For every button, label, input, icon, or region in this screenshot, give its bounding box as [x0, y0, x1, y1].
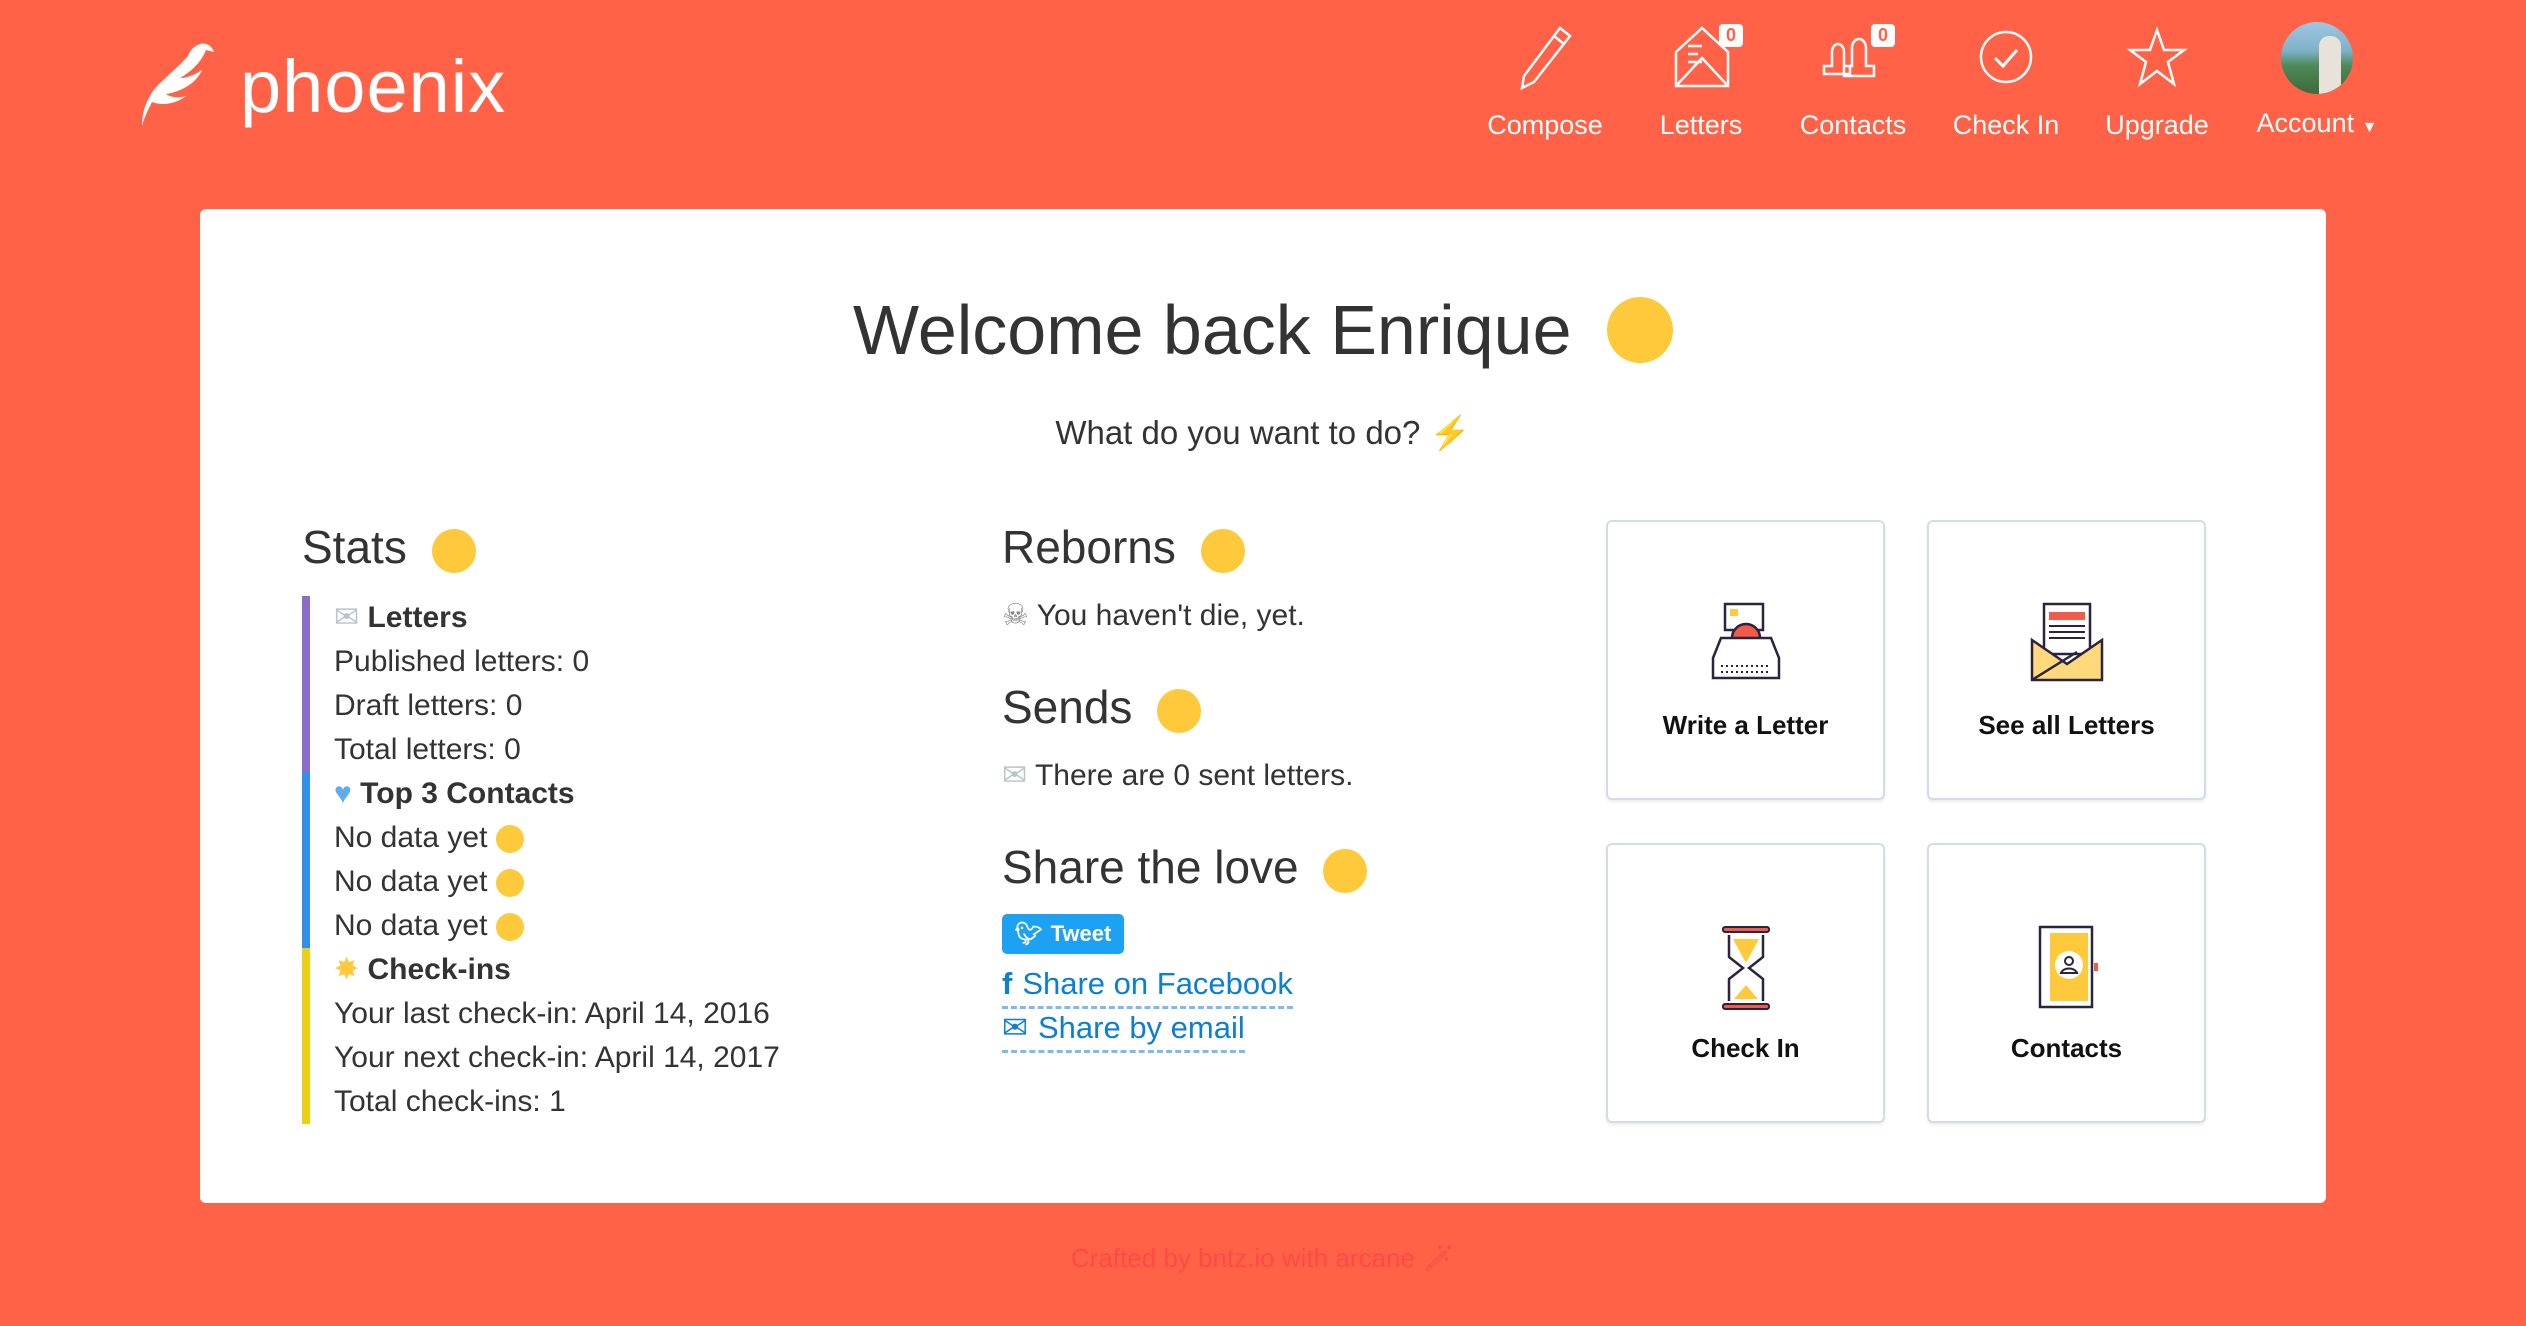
stat-line: Published letters: 0 — [334, 645, 590, 678]
sends-heading: Sends — [1002, 680, 1202, 734]
reborns-text: ☠ You haven't die, yet. — [1002, 599, 1305, 632]
stat-line: Your next check-in: April 14, 2017 — [334, 1041, 780, 1074]
nav-contacts[interactable]: 0 Contacts — [1773, 22, 1933, 141]
nav-label: Upgrade — [2105, 110, 2209, 140]
twitter-icon: 🐦︎ — [1014, 921, 1043, 946]
stats-contacts: ♥ Top 3 Contacts No data yet No data yet… — [302, 772, 780, 948]
card-see-letters[interactable]: See all Letters — [1927, 520, 2206, 800]
stat-line: No data yet — [334, 821, 488, 854]
scream-emoji-icon — [1157, 688, 1202, 733]
stat-line: Your last check-in: April 14, 2016 — [334, 997, 770, 1030]
envelope-icon: ✉ — [1002, 1010, 1028, 1045]
nav-label: Contacts — [1799, 110, 1907, 140]
brand-logo[interactable]: phoenix — [130, 36, 506, 136]
letters-badge: 0 — [1719, 24, 1744, 47]
phoenix-bird-icon — [142, 43, 214, 127]
tweet-button[interactable]: 🐦︎ Tweet — [1002, 914, 1124, 954]
open-envelope-icon — [2030, 602, 2103, 682]
nav-compose[interactable]: Compose — [1465, 22, 1625, 141]
stat-line: Total check-ins: 1 — [334, 1085, 566, 1118]
nav-check-in[interactable]: Check In — [1926, 22, 2086, 141]
grimace-emoji-icon — [495, 825, 524, 854]
nav-upgrade[interactable]: Upgrade — [2077, 22, 2237, 141]
page-subtitle: What do you want to do? ⚡ — [1055, 414, 1471, 451]
stat-line: No data yet — [334, 909, 488, 942]
pencil-icon — [1520, 26, 1572, 91]
contacts-badge: 0 — [1871, 24, 1896, 47]
card-contacts[interactable]: Contacts — [1927, 843, 2206, 1123]
footer: Crafted by bntz.io with arcane 🪄︎ — [1070, 1243, 1456, 1273]
grimace-emoji-icon — [495, 913, 524, 942]
sunglasses-emoji-icon — [431, 528, 476, 573]
nav-label: Account — [2256, 108, 2355, 138]
card-check-in[interactable]: Check In — [1606, 843, 1885, 1123]
stat-line: Draft letters: 0 — [334, 689, 523, 722]
stats-heading: Stats — [302, 520, 476, 574]
stat-line: No data yet — [334, 865, 488, 898]
page-title: Welcome back Enrique — [0, 290, 2526, 370]
nav-label: Compose — [1487, 110, 1603, 140]
check-circle-icon — [1979, 30, 2033, 84]
lightning-icon: ⚡ — [1429, 414, 1471, 451]
stat-line: Total letters: 0 — [334, 733, 521, 766]
reborns-heading: Reborns — [1002, 520, 1245, 574]
stats-checkins: ✸ Check-ins Your last check-in: April 14… — [302, 948, 780, 1124]
grinning-emoji-icon — [1606, 296, 1673, 363]
brand-name: phoenix — [240, 44, 507, 128]
grimace-emoji-icon — [495, 869, 524, 898]
share-email-link[interactable]: ✉ Share by email — [1002, 1010, 1245, 1053]
star-icon — [2126, 26, 2188, 88]
sends-text: ✉ There are 0 sent letters. — [1002, 759, 1354, 792]
blue-heart-icon: ♥ — [334, 777, 352, 810]
surprised-emoji-icon — [1200, 528, 1245, 573]
avatar — [2281, 22, 2353, 94]
nav-label: Check In — [1952, 110, 2060, 140]
stats-letters: ✉ Letters Published letters: 0 Draft let… — [302, 596, 780, 772]
share-heading: Share the love — [1002, 840, 1368, 894]
facebook-icon: f — [1002, 966, 1013, 1001]
address-book-icon — [2038, 925, 2098, 1009]
nav-account[interactable]: Account ▼ — [2227, 22, 2407, 139]
typewriter-icon — [1711, 602, 1780, 680]
skull-icon: ☠ — [1002, 599, 1029, 632]
envelope-emoji-icon: ✉ — [334, 601, 360, 634]
share-facebook-link[interactable]: f Share on Facebook — [1002, 966, 1293, 1009]
hourglass-icon — [1721, 926, 1770, 1010]
card-write-letter[interactable]: Write a Letter — [1606, 520, 1885, 800]
magic-wand-icon: 🪄︎ — [1422, 1243, 1456, 1273]
envelope-emoji-icon: ✉ — [1002, 759, 1028, 792]
star-emoji-icon: ✸ — [334, 953, 360, 986]
stats-list: ✉ Letters Published letters: 0 Draft let… — [302, 596, 780, 1124]
smirk-emoji-icon — [1323, 848, 1368, 893]
caret-down-icon: ▼ — [2361, 119, 2378, 136]
nav-letters[interactable]: 0 Letters — [1621, 22, 1781, 141]
nav-label: Letters — [1659, 110, 1743, 140]
